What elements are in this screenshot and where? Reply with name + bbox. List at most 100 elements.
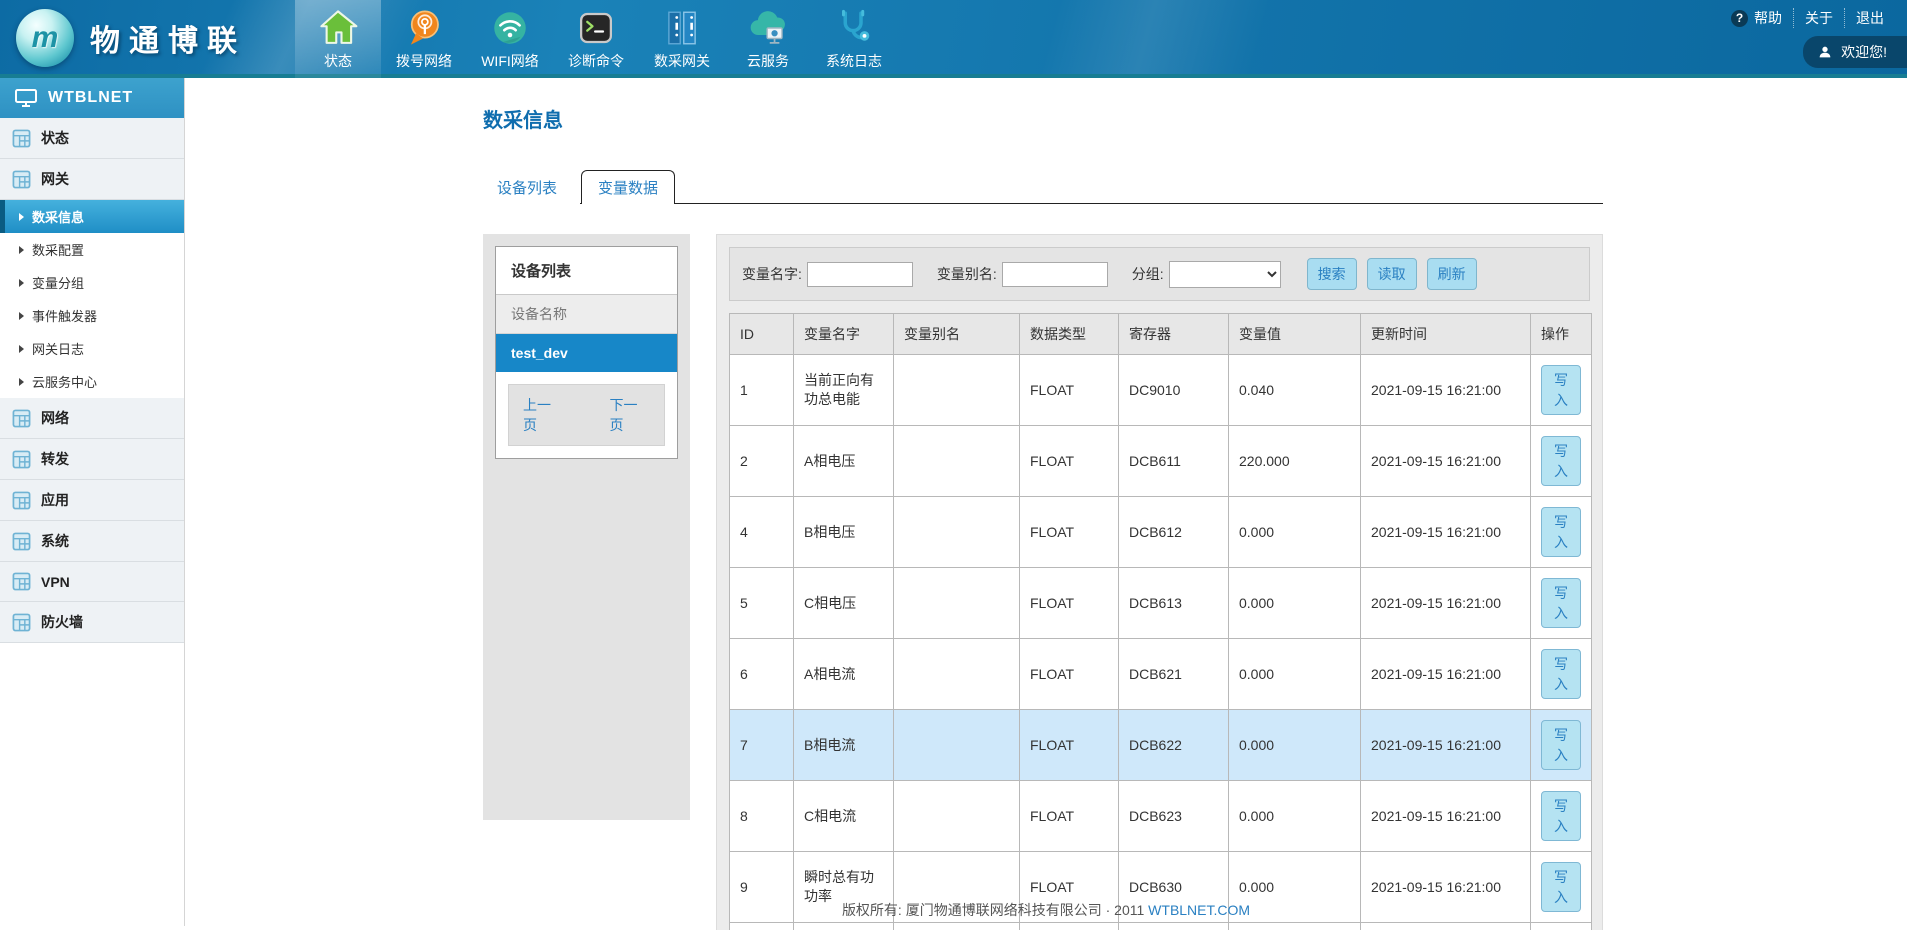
about-label: 关于 [1805, 8, 1833, 28]
sidebar-subitem-event-trigger[interactable]: 事件触发器 [0, 299, 184, 332]
sidebar-subitem-datacollect-info[interactable]: 数采信息 [0, 200, 184, 233]
cell-value: 0.040 [1229, 355, 1361, 426]
sidebar-subitem-cloud-center[interactable]: 云服务中心 [0, 365, 184, 398]
cell-actions: 写入 [1531, 497, 1592, 568]
nav-item-dialup[interactable]: 拨号网络 [381, 0, 467, 78]
monitor-icon [14, 88, 38, 108]
sidebar-subitem-datacollect-config[interactable]: 数采配置 [0, 233, 184, 266]
nav-item-cloud[interactable]: 云服务 [725, 0, 811, 78]
cell-register: DCB631 [1119, 923, 1229, 930]
sidebar-subitem-variable-group[interactable]: 变量分组 [0, 266, 184, 299]
cell-register: DCB622 [1119, 710, 1229, 781]
arrow-right-icon [19, 345, 24, 353]
cell-updated: 2021-09-15 16:21:00 [1361, 426, 1531, 497]
sidebar-subitem-label: 数采信息 [32, 207, 84, 226]
help-link[interactable]: ? 帮助 [1720, 8, 1793, 28]
write-button[interactable]: 写入 [1541, 365, 1581, 415]
cell-updated: 2021-09-15 16:21:00 [1361, 639, 1531, 710]
device-next-page-link[interactable]: 下一页 [610, 395, 651, 435]
help-icon: ? [1731, 10, 1748, 27]
table-row[interactable]: 1当前正向有功总电能FLOATDC90100.0402021-09-15 16:… [730, 355, 1592, 426]
cell-alias [894, 639, 1020, 710]
write-button[interactable]: 写入 [1541, 578, 1581, 628]
sidebar-item-system[interactable]: 系统 [0, 521, 184, 562]
refresh-button[interactable]: 刷新 [1427, 258, 1477, 290]
device-prev-page-link[interactable]: 上一页 [523, 395, 564, 435]
logout-link[interactable]: 退出 [1844, 8, 1895, 28]
nav-item-wifi[interactable]: WIFI网络 [467, 0, 553, 78]
column-header: 变量值 [1229, 314, 1361, 355]
tab-variable-data[interactable]: 变量数据 [581, 170, 675, 204]
welcome-badge[interactable]: 欢迎您! [1803, 36, 1907, 68]
about-link[interactable]: 关于 [1793, 8, 1844, 28]
variable-name-input[interactable] [807, 262, 913, 287]
table-row[interactable]: 6A相电流FLOATDCB6210.0002021-09-15 16:21:00… [730, 639, 1592, 710]
nav-item-diagnostic[interactable]: 诊断命令 [553, 0, 639, 78]
write-button[interactable]: 写入 [1541, 436, 1581, 486]
write-button[interactable]: 写入 [1541, 649, 1581, 699]
table-row[interactable]: 5C相电压FLOATDCB6130.0002021-09-15 16:21:00… [730, 568, 1592, 639]
brand-name: 物通博联 [90, 16, 246, 60]
grid-icon [12, 409, 31, 428]
write-button[interactable]: 写入 [1541, 720, 1581, 770]
sidebar-item-forward[interactable]: 转发 [0, 439, 184, 480]
cell-register: DCB613 [1119, 568, 1229, 639]
footer-site-link[interactable]: WTBLNET.COM [1148, 902, 1250, 918]
cell-value: 0.000 [1229, 639, 1361, 710]
read-button[interactable]: 读取 [1367, 258, 1417, 290]
cell-actions: 写入 [1531, 568, 1592, 639]
sidebar-item-label: 网关 [41, 169, 69, 189]
write-button[interactable]: 写入 [1541, 507, 1581, 557]
cell-actions: 写入 [1531, 355, 1592, 426]
table-row[interactable]: 8C相电流FLOATDCB6230.0002021-09-15 16:21:00… [730, 781, 1592, 852]
device-list-title: 设备列表 [496, 247, 677, 295]
search-button[interactable]: 搜索 [1307, 258, 1357, 290]
cell-value: 0.000 [1229, 781, 1361, 852]
filter-bar: 变量名字: 变量别名: 分组: 搜索 读取 刷新 [729, 247, 1590, 301]
group-select[interactable] [1169, 261, 1281, 288]
cell-id: 5 [730, 568, 794, 639]
table-row[interactable]: 10瞬时A相有功功率FLOATDCB6310.0002021-09-15 16:… [730, 923, 1592, 930]
sidebar-item-network[interactable]: 网络 [0, 398, 184, 439]
grid-icon [12, 572, 31, 591]
device-list-box: 设备列表 设备名称 test_dev 上一页 下一页 [495, 246, 678, 459]
sidebar-item-vpn[interactable]: VPN [0, 562, 184, 602]
cell-type: FLOAT [1020, 426, 1119, 497]
sidebar-item-app[interactable]: 应用 [0, 480, 184, 521]
cell-name: 瞬时A相有功功率 [794, 923, 894, 930]
variable-table: ID变量名字变量别名数据类型寄存器变量值更新时间操作 1当前正向有功总电能FLO… [729, 313, 1592, 930]
table-row[interactable]: 7B相电流FLOATDCB6220.0002021-09-15 16:21:00… [730, 710, 1592, 781]
sidebar-item-label: 防火墙 [41, 612, 83, 632]
cell-id: 6 [730, 639, 794, 710]
nav-label: 系统日志 [826, 51, 882, 71]
sidebar-item-status[interactable]: 状态 [0, 118, 184, 159]
copyright-text: 版权所有: 厦门物通博联网络科技有限公司 [842, 902, 1102, 918]
cell-type: FLOAT [1020, 497, 1119, 568]
sidebar-subitem-label: 云服务中心 [32, 372, 97, 391]
nav-item-syslog[interactable]: 系统日志 [811, 0, 897, 78]
sidebar-item-firewall[interactable]: 防火墙 [0, 602, 184, 643]
cell-register: DCB623 [1119, 781, 1229, 852]
table-row[interactable]: 2A相电压FLOATDCB611220.0002021-09-15 16:21:… [730, 426, 1592, 497]
write-button[interactable]: 写入 [1541, 791, 1581, 841]
nav-label: 状态 [324, 51, 352, 71]
column-header: 变量别名 [894, 314, 1020, 355]
cell-name: C相电压 [794, 568, 894, 639]
header-links: ? 帮助 关于 退出 [1720, 8, 1895, 28]
nav-item-status[interactable]: 状态 [295, 0, 381, 78]
sidebar-item-label: 应用 [41, 490, 69, 510]
cell-updated: 2021-09-15 16:21:00 [1361, 568, 1531, 639]
column-header: ID [730, 314, 794, 355]
arrow-right-icon [19, 246, 24, 254]
table-row[interactable]: 4B相电压FLOATDCB6120.0002021-09-15 16:21:00… [730, 497, 1592, 568]
grid-icon [12, 532, 31, 551]
nav-item-gateway[interactable]: 数采网关 [639, 0, 725, 78]
variable-alias-input[interactable] [1002, 262, 1108, 287]
tab-device-list[interactable]: 设备列表 [483, 171, 571, 204]
home-icon [316, 6, 360, 50]
cell-id: 7 [730, 710, 794, 781]
sidebar-subitem-gateway-log[interactable]: 网关日志 [0, 332, 184, 365]
device-list-item[interactable]: test_dev [496, 334, 677, 372]
sidebar-item-gateway[interactable]: 网关 [0, 159, 184, 200]
cell-name: A相电流 [794, 639, 894, 710]
